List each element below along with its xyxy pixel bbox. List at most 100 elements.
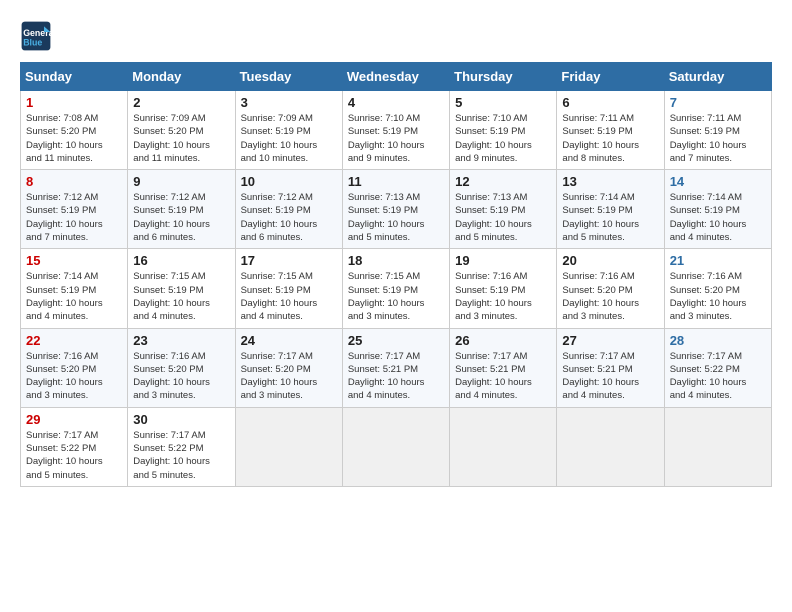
calendar-cell: 19 Sunrise: 7:16 AM Sunset: 5:19 PM Dayli… <box>450 249 557 328</box>
day-number: 10 <box>241 174 337 189</box>
day-info: Sunrise: 7:09 AM Sunset: 5:20 PM Dayligh… <box>133 112 229 165</box>
day-number: 20 <box>562 253 658 268</box>
calendar-week-row: 29 Sunrise: 7:17 AM Sunset: 5:22 PM Dayli… <box>21 407 772 486</box>
calendar-cell: 6Sunrise: 7:11 AM Sunset: 5:19 PM Daylig… <box>557 91 664 170</box>
calendar-cell: 21 Sunrise: 7:16 AM Sunset: 5:20 PM Dayli… <box>664 249 771 328</box>
calendar-cell: 29 Sunrise: 7:17 AM Sunset: 5:22 PM Dayli… <box>21 407 128 486</box>
day-info: Sunrise: 7:17 AM Sunset: 5:21 PM Dayligh… <box>348 350 444 403</box>
calendar-cell: 16 Sunrise: 7:15 AM Sunset: 5:19 PM Dayli… <box>128 249 235 328</box>
column-header-friday: Friday <box>557 63 664 91</box>
calendar-cell: 26Sunrise: 7:17 AM Sunset: 5:21 PM Dayli… <box>450 328 557 407</box>
day-number: 11 <box>348 174 444 189</box>
calendar-week-row: 15Sunrise: 7:14 AM Sunset: 5:19 PM Dayli… <box>21 249 772 328</box>
calendar-cell: 7 Sunrise: 7:11 AM Sunset: 5:19 PM Daylig… <box>664 91 771 170</box>
calendar-cell <box>235 407 342 486</box>
day-info: Sunrise: 7:13 AM Sunset: 5:19 PM Dayligh… <box>348 191 444 244</box>
calendar-cell: 27Sunrise: 7:17 AM Sunset: 5:21 PM Dayli… <box>557 328 664 407</box>
day-number: 28 <box>670 333 766 348</box>
calendar-cell: 20 Sunrise: 7:16 AM Sunset: 5:20 PM Dayli… <box>557 249 664 328</box>
day-number: 16 <box>133 253 229 268</box>
day-number: 9 <box>133 174 229 189</box>
calendar-cell: 3 Sunrise: 7:09 AM Sunset: 5:19 PM Daylig… <box>235 91 342 170</box>
day-number: 6 <box>562 95 658 110</box>
day-number: 24 <box>241 333 337 348</box>
page-header: General Blue <box>20 20 772 52</box>
column-header-tuesday: Tuesday <box>235 63 342 91</box>
column-header-wednesday: Wednesday <box>342 63 449 91</box>
column-header-thursday: Thursday <box>450 63 557 91</box>
day-number: 25 <box>348 333 444 348</box>
calendar-cell: 13 Sunrise: 7:14 AM Sunset: 5:19 PM Dayli… <box>557 170 664 249</box>
day-number: 1 <box>26 95 122 110</box>
calendar-cell: 18 Sunrise: 7:15 AM Sunset: 5:19 PM Dayli… <box>342 249 449 328</box>
day-info: Sunrise: 7:12 AM Sunset: 5:19 PM Dayligh… <box>26 191 122 244</box>
day-info: Sunrise: 7:10 AM Sunset: 5:19 PM Dayligh… <box>348 112 444 165</box>
day-info: Sunrise: 7:17 AM Sunset: 5:22 PM Dayligh… <box>670 350 766 403</box>
calendar-cell: 8 Sunrise: 7:12 AM Sunset: 5:19 PM Daylig… <box>21 170 128 249</box>
svg-text:General: General <box>23 28 52 38</box>
day-number: 3 <box>241 95 337 110</box>
calendar-cell: 25 Sunrise: 7:17 AM Sunset: 5:21 PM Dayli… <box>342 328 449 407</box>
calendar-cell: 9 Sunrise: 7:12 AM Sunset: 5:19 PM Daylig… <box>128 170 235 249</box>
calendar-cell <box>664 407 771 486</box>
day-info: Sunrise: 7:16 AM Sunset: 5:20 PM Dayligh… <box>562 270 658 323</box>
day-number: 18 <box>348 253 444 268</box>
day-number: 21 <box>670 253 766 268</box>
day-number: 13 <box>562 174 658 189</box>
calendar-cell: 17 Sunrise: 7:15 AM Sunset: 5:19 PM Dayli… <box>235 249 342 328</box>
day-info: Sunrise: 7:12 AM Sunset: 5:19 PM Dayligh… <box>133 191 229 244</box>
logo-icon: General Blue <box>20 20 52 52</box>
day-number: 4 <box>348 95 444 110</box>
day-info: Sunrise: 7:16 AM Sunset: 5:20 PM Dayligh… <box>26 350 122 403</box>
calendar-week-row: 22 Sunrise: 7:16 AM Sunset: 5:20 PM Dayli… <box>21 328 772 407</box>
day-info: Sunrise: 7:11 AM Sunset: 5:19 PM Dayligh… <box>670 112 766 165</box>
calendar-cell: 22 Sunrise: 7:16 AM Sunset: 5:20 PM Dayli… <box>21 328 128 407</box>
calendar-cell: 2 Sunrise: 7:09 AM Sunset: 5:20 PM Daylig… <box>128 91 235 170</box>
day-info: Sunrise: 7:15 AM Sunset: 5:19 PM Dayligh… <box>133 270 229 323</box>
day-info: Sunrise: 7:09 AM Sunset: 5:19 PM Dayligh… <box>241 112 337 165</box>
day-number: 8 <box>26 174 122 189</box>
day-number: 5 <box>455 95 551 110</box>
svg-text:Blue: Blue <box>23 38 42 48</box>
calendar-cell <box>450 407 557 486</box>
day-info: Sunrise: 7:10 AM Sunset: 5:19 PM Dayligh… <box>455 112 551 165</box>
calendar-header-row: SundayMondayTuesdayWednesdayThursdayFrid… <box>21 63 772 91</box>
calendar-cell: 28 Sunrise: 7:17 AM Sunset: 5:22 PM Dayli… <box>664 328 771 407</box>
day-info: Sunrise: 7:14 AM Sunset: 5:19 PM Dayligh… <box>562 191 658 244</box>
day-number: 23 <box>133 333 229 348</box>
calendar-cell: 10 Sunrise: 7:12 AM Sunset: 5:19 PM Dayli… <box>235 170 342 249</box>
day-number: 19 <box>455 253 551 268</box>
calendar-cell <box>557 407 664 486</box>
calendar-cell: 12 Sunrise: 7:13 AM Sunset: 5:19 PM Dayli… <box>450 170 557 249</box>
calendar-cell: 24Sunrise: 7:17 AM Sunset: 5:20 PM Dayli… <box>235 328 342 407</box>
day-number: 27 <box>562 333 658 348</box>
calendar-cell: 4 Sunrise: 7:10 AM Sunset: 5:19 PM Daylig… <box>342 91 449 170</box>
calendar-cell: 11 Sunrise: 7:13 AM Sunset: 5:19 PM Dayli… <box>342 170 449 249</box>
day-info: Sunrise: 7:14 AM Sunset: 5:19 PM Dayligh… <box>26 270 122 323</box>
day-number: 14 <box>670 174 766 189</box>
day-number: 22 <box>26 333 122 348</box>
day-info: Sunrise: 7:12 AM Sunset: 5:19 PM Dayligh… <box>241 191 337 244</box>
day-info: Sunrise: 7:13 AM Sunset: 5:19 PM Dayligh… <box>455 191 551 244</box>
day-info: Sunrise: 7:15 AM Sunset: 5:19 PM Dayligh… <box>241 270 337 323</box>
calendar-week-row: 1 Sunrise: 7:08 AM Sunset: 5:20 PM Daylig… <box>21 91 772 170</box>
day-info: Sunrise: 7:14 AM Sunset: 5:19 PM Dayligh… <box>670 191 766 244</box>
calendar-cell: 15Sunrise: 7:14 AM Sunset: 5:19 PM Dayli… <box>21 249 128 328</box>
day-info: Sunrise: 7:16 AM Sunset: 5:19 PM Dayligh… <box>455 270 551 323</box>
day-info: Sunrise: 7:16 AM Sunset: 5:20 PM Dayligh… <box>670 270 766 323</box>
calendar-cell: 14 Sunrise: 7:14 AM Sunset: 5:19 PM Dayli… <box>664 170 771 249</box>
day-info: Sunrise: 7:08 AM Sunset: 5:20 PM Dayligh… <box>26 112 122 165</box>
day-info: Sunrise: 7:15 AM Sunset: 5:19 PM Dayligh… <box>348 270 444 323</box>
day-info: Sunrise: 7:17 AM Sunset: 5:22 PM Dayligh… <box>133 429 229 482</box>
day-info: Sunrise: 7:17 AM Sunset: 5:22 PM Dayligh… <box>26 429 122 482</box>
day-number: 17 <box>241 253 337 268</box>
calendar-table: SundayMondayTuesdayWednesdayThursdayFrid… <box>20 62 772 487</box>
day-number: 30 <box>133 412 229 427</box>
calendar-cell: 30 Sunrise: 7:17 AM Sunset: 5:22 PM Dayli… <box>128 407 235 486</box>
day-number: 2 <box>133 95 229 110</box>
day-number: 7 <box>670 95 766 110</box>
day-number: 29 <box>26 412 122 427</box>
calendar-cell: 5 Sunrise: 7:10 AM Sunset: 5:19 PM Daylig… <box>450 91 557 170</box>
day-info: Sunrise: 7:17 AM Sunset: 5:21 PM Dayligh… <box>455 350 551 403</box>
day-number: 12 <box>455 174 551 189</box>
